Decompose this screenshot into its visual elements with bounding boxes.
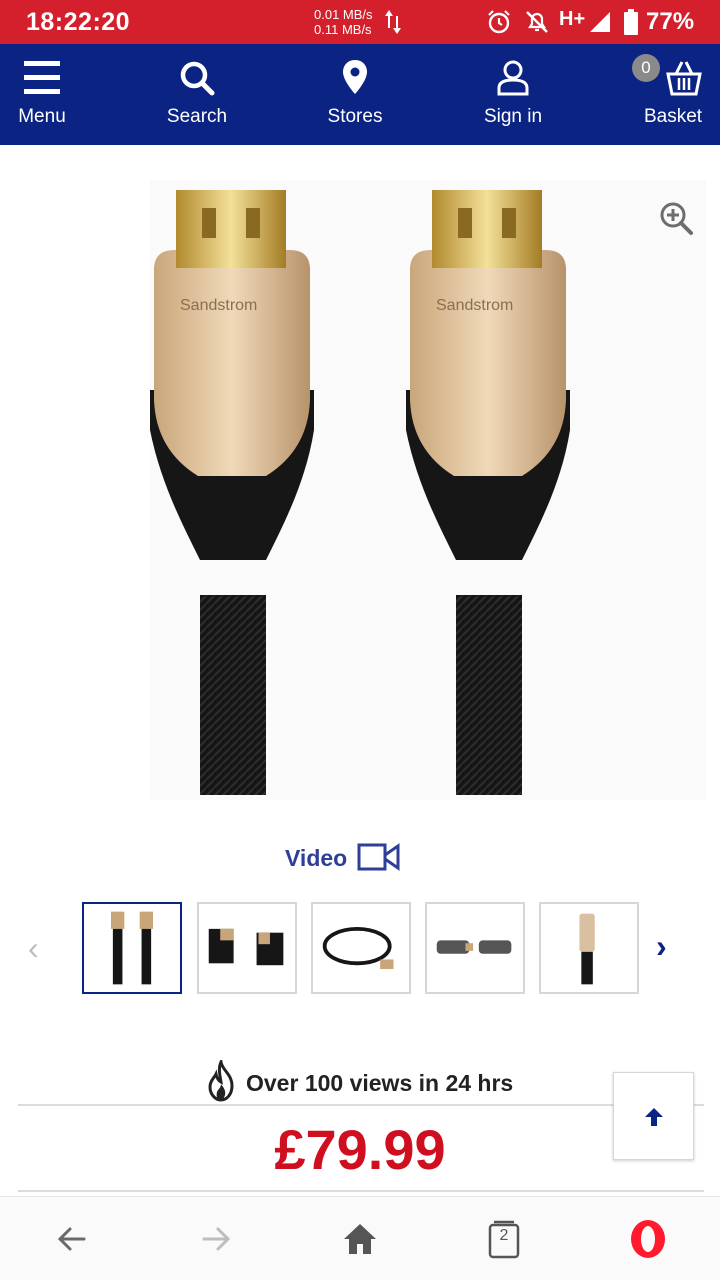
thumbnail-1-image bbox=[110, 911, 154, 985]
thumbnail-prev-arrow[interactable]: ‹ bbox=[28, 930, 58, 966]
basket-count-badge: 0 bbox=[632, 54, 660, 82]
location-pin-icon bbox=[343, 60, 367, 94]
arrow-right-icon bbox=[202, 1227, 231, 1251]
product-price: £79.99 bbox=[274, 1118, 446, 1181]
battery-icon bbox=[624, 9, 638, 35]
thumbnail-5[interactable] bbox=[539, 902, 639, 994]
battery-percent: 77% bbox=[646, 8, 695, 35]
site-header: Menu Search Stores Sign in Basket bbox=[0, 44, 720, 145]
menu-button[interactable]: Menu bbox=[2, 44, 82, 145]
opera-logo-icon bbox=[631, 1220, 665, 1258]
browser-toolbar: 2 bbox=[0, 1196, 720, 1280]
browser-back-button[interactable] bbox=[50, 1217, 94, 1261]
thumbnail-2[interactable] bbox=[197, 902, 297, 994]
views-text: Over 100 views in 24 hrs bbox=[246, 1070, 514, 1096]
right-connector: Sandstrom bbox=[406, 190, 570, 795]
divider bbox=[18, 1190, 704, 1192]
thumbnail-4[interactable] bbox=[425, 902, 525, 994]
home-icon bbox=[344, 1224, 376, 1254]
scroll-to-top-button[interactable] bbox=[613, 1072, 694, 1160]
tab-count: 2 bbox=[499, 1227, 509, 1244]
thumbnail-3[interactable] bbox=[311, 902, 411, 994]
user-icon bbox=[497, 60, 529, 96]
divider bbox=[18, 1104, 704, 1106]
alarm-icon bbox=[488, 10, 510, 34]
browser-tabs-button[interactable]: 2 bbox=[482, 1217, 526, 1261]
arrow-left-icon bbox=[57, 1227, 86, 1251]
download-speed: 0.11 MB/s bbox=[314, 22, 372, 37]
thumbnail-next-arrow[interactable]: › bbox=[656, 928, 686, 964]
thumbnail-4-image bbox=[436, 940, 512, 954]
network-speed: 0.01 MB/s 0.11 MB/s bbox=[314, 7, 373, 37]
thumbnail-5-image bbox=[579, 913, 595, 985]
sign-in-label: Sign in bbox=[483, 106, 543, 127]
basket-label: Basket bbox=[643, 106, 703, 127]
stores-label: Stores bbox=[327, 106, 383, 127]
search-icon bbox=[180, 61, 215, 96]
thumbnail-2-image bbox=[208, 928, 284, 966]
hdmi-cable-image: Sandstrom Sandstrom bbox=[150, 190, 570, 795]
flame-icon bbox=[208, 1060, 234, 1102]
thumbnail-1[interactable] bbox=[82, 902, 182, 994]
video-camera-icon bbox=[357, 843, 400, 871]
thumbnail-3-image bbox=[322, 926, 394, 970]
search-label: Search bbox=[166, 106, 228, 127]
sign-in-button[interactable]: Sign in bbox=[466, 44, 560, 145]
brand-text-left: Sandstrom bbox=[180, 297, 257, 314]
brand-text-right: Sandstrom bbox=[436, 297, 513, 314]
arrow-up-icon bbox=[645, 1108, 663, 1126]
search-button[interactable]: Search bbox=[152, 44, 242, 145]
left-connector: Sandstrom bbox=[150, 190, 314, 795]
stores-button[interactable]: Stores bbox=[310, 44, 400, 145]
signal-icon bbox=[590, 12, 610, 32]
video-label: Video bbox=[285, 845, 348, 871]
status-bar: 18:22:20 0.01 MB/s 0.11 MB/s H+ 77% bbox=[0, 0, 720, 44]
screen: 18:22:20 0.01 MB/s 0.11 MB/s H+ 77% Menu… bbox=[0, 0, 720, 1280]
data-transfer-icon bbox=[385, 10, 401, 34]
zoom-in-icon[interactable] bbox=[658, 200, 694, 236]
browser-home-button[interactable] bbox=[338, 1217, 382, 1261]
opera-menu-button[interactable] bbox=[626, 1217, 670, 1261]
browser-forward-button[interactable] bbox=[194, 1217, 238, 1261]
upload-speed: 0.01 MB/s bbox=[314, 7, 373, 22]
basket-icon bbox=[666, 61, 703, 96]
menu-label: Menu bbox=[18, 106, 66, 127]
status-time: 18:22:20 bbox=[26, 8, 131, 36]
hamburger-icon bbox=[24, 61, 60, 94]
product-image[interactable]: Sandstrom Sandstrom bbox=[150, 180, 706, 800]
mute-icon bbox=[526, 11, 548, 33]
network-type: H+ bbox=[559, 8, 586, 30]
